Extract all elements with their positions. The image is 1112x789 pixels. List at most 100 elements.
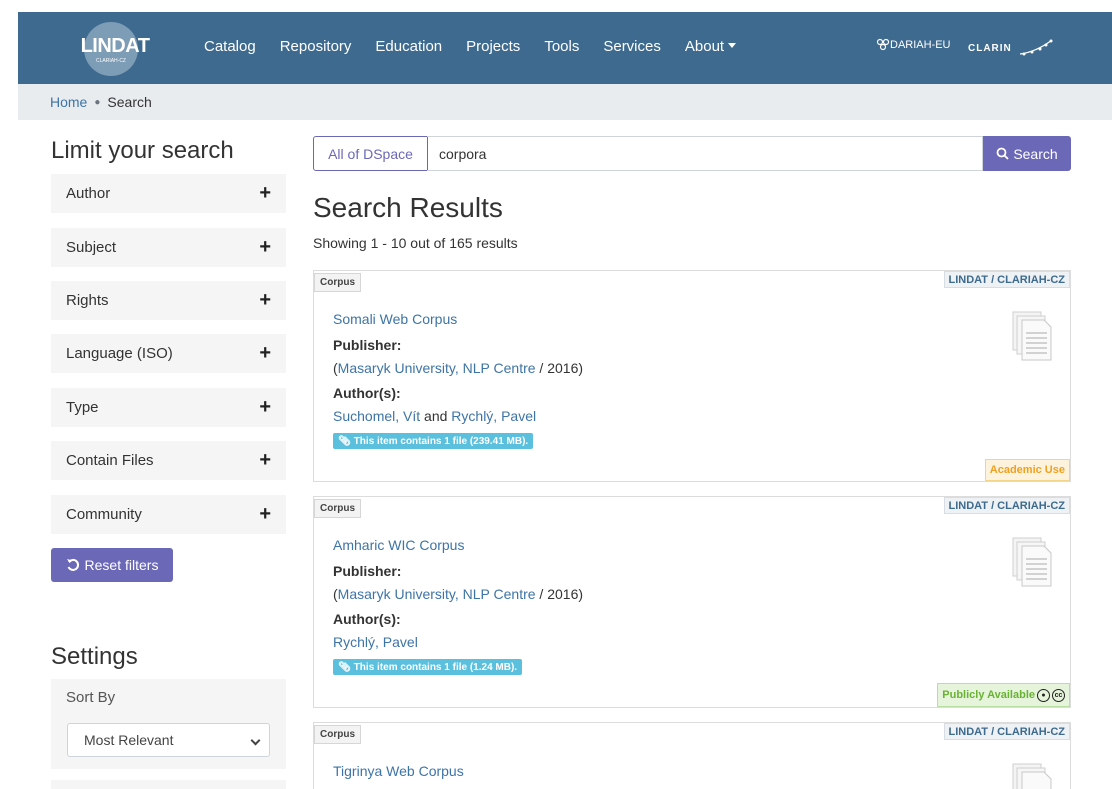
result-title-link[interactable]: Tigrinya Web Corpus [333,763,464,779]
sidebar-next-panel [51,780,286,789]
search-input[interactable]: corpora [427,136,983,171]
facet-label: Contain Files [66,452,154,469]
plus-icon: + [259,342,271,364]
breadcrumb-current: Search [107,94,152,110]
result-item: Corpus LINDAT / CLARIAH-CZ Tigrinya Web … [313,722,1071,789]
clarin-logo[interactable]: CLARIN [968,38,1054,58]
results-title: Search Results [313,192,503,223]
file-info-badge: 📎︎ This item contains 1 file (1.24 MB). [333,659,523,675]
authors-label: Author(s): [333,611,401,627]
dariah-flower-icon [876,38,890,51]
logo-text: LINDAT [80,35,150,57]
publisher-label: Publisher: [333,337,402,353]
clarin-label: CLARIN [968,42,1012,54]
publisher-line: (Masaryk University, NLP Centre / 2016) [333,586,584,602]
breadcrumb: Home ● Search [18,84,1112,120]
top-navbar: LINDAT CLARIAH-CZ Catalog Repository Edu… [18,12,1112,84]
cc-icon: cc [1052,688,1065,702]
file-info-text: This item contains 1 file (1.24 MB). [353,661,518,673]
search-button-label: Search [1013,145,1058,162]
file-info-badge: 📎︎ This item contains 1 file (239.41 MB). [333,433,534,449]
facet-subject[interactable]: Subject + [51,228,286,267]
nav-catalog[interactable]: Catalog [204,38,256,55]
plus-icon: + [259,289,271,311]
nav-projects[interactable]: Projects [466,38,520,55]
caret-down-icon [728,43,737,48]
plus-icon: + [259,182,271,204]
results-count: Showing 1 - 10 out of 165 results [313,235,518,251]
logo-subtext: CLARIAH-CZ [95,58,126,64]
settings-title: Settings [51,643,138,670]
breadcrumb-separator-icon: ● [94,96,101,108]
repository-badge: LINDAT / CLARIAH-CZ [943,271,1070,288]
license-badge[interactable]: Publicly Available ● cc [937,683,1070,707]
document-icon[interactable] [1012,537,1052,587]
author-link[interactable]: Suchomel, Vít [333,408,420,424]
paperclip-icon: 📎︎ [338,661,351,673]
facet-type[interactable]: Type + [51,388,286,427]
publisher-label: Publisher: [333,563,402,579]
author-link[interactable]: Rychlý, Pavel [333,634,418,650]
paperclip-icon: 📎︎ [338,435,351,447]
nav-links: Catalog Repository Education Projects To… [204,38,760,55]
facet-label: Type [66,399,99,416]
clarin-network-icon [1019,39,1053,56]
publisher-link[interactable]: Masaryk University, NLP Centre [338,586,536,602]
sort-select[interactable]: Most Relevant [67,723,270,757]
search-icon [996,147,1009,160]
publish-year: 2016 [547,586,579,602]
search-button[interactable]: Search [983,136,1071,171]
document-icon[interactable] [1012,311,1052,361]
facet-contain-files[interactable]: Contain Files + [51,441,286,480]
cc-by-icon: ● [1037,688,1050,702]
repository-badge: LINDAT / CLARIAH-CZ [943,497,1070,514]
dariah-label: DARIAH-EU [890,39,951,51]
reset-filters-button[interactable]: Reset filters [51,548,173,582]
reset-filters-label: Reset filters [84,557,159,573]
search-scope-button[interactable]: All of DSpace [313,136,428,171]
authors-line: Suchomel, Vít and Rychlý, Pavel [333,408,536,424]
facet-community[interactable]: Community + [51,495,286,534]
dariah-logo[interactable]: DARIAH-EU [876,38,951,52]
facet-label: Language (ISO) [66,345,173,362]
publish-year: 2016 [547,360,579,376]
author-joiner: and [424,408,448,424]
facet-rights[interactable]: Rights + [51,281,286,320]
undo-icon [66,558,79,571]
nav-repository[interactable]: Repository [280,38,352,55]
nav-about-dropdown[interactable]: About [685,38,737,55]
facet-label: Community [66,506,142,523]
type-badge: Corpus [314,725,361,744]
file-info-text: This item contains 1 file (239.41 MB). [353,435,529,447]
facet-author[interactable]: Author + [51,174,286,213]
authors-label: Author(s): [333,385,401,401]
result-item: Corpus LINDAT / CLARIAH-CZ Somali Web Co… [313,270,1071,482]
nav-tools[interactable]: Tools [544,38,579,55]
sidebar-title: Limit your search [51,137,234,164]
plus-icon: + [259,449,271,471]
facet-label: Rights [66,292,109,309]
type-badge: Corpus [314,273,361,292]
breadcrumb-home[interactable]: Home [50,94,87,110]
lindat-logo[interactable]: LINDAT CLARIAH-CZ [81,22,150,76]
type-badge: Corpus [314,499,361,518]
authors-line: Rychlý, Pavel [333,634,418,650]
chevron-down-icon [250,735,261,746]
publisher-link[interactable]: Masaryk University, NLP Centre [338,360,536,376]
result-title-link[interactable]: Amharic WIC Corpus [333,537,464,553]
nav-education[interactable]: Education [375,38,442,55]
author-link[interactable]: Rychlý, Pavel [451,408,536,424]
facet-label: Author [66,185,111,202]
facet-language[interactable]: Language (ISO) + [51,334,286,373]
result-item: Corpus LINDAT / CLARIAH-CZ Amharic WIC C… [313,496,1071,708]
plus-icon: + [259,503,271,525]
repository-badge: LINDAT / CLARIAH-CZ [943,723,1070,740]
sort-select-value: Most Relevant [84,732,174,748]
publisher-line: (Masaryk University, NLP Centre / 2016) [333,360,584,376]
plus-icon: + [259,236,271,258]
nav-services[interactable]: Services [603,38,661,55]
license-badge[interactable]: Academic Use [984,459,1070,481]
document-icon[interactable] [1012,763,1052,789]
license-label: Publicly Available [942,689,1035,701]
result-title-link[interactable]: Somali Web Corpus [333,311,457,327]
